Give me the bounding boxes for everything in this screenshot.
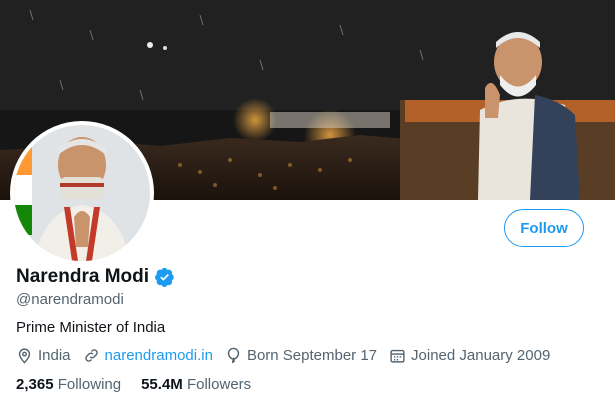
profile-handle: @narendramodi [16, 291, 124, 308]
verified-badge-icon [155, 267, 175, 287]
profile-bio: Prime Minister of India [16, 319, 166, 336]
followers-label: Followers [186, 376, 252, 393]
followers-stat[interactable]: 55.4M Followers [141, 376, 251, 393]
joined-text: Joined January 2009 [411, 347, 551, 364]
following-stat[interactable]: 2,365 Following [16, 376, 121, 393]
birthday-text: Born September 17 [246, 347, 378, 364]
location-text: India [38, 347, 71, 364]
followers-count: 55.4M [141, 376, 183, 393]
following-count: 2,365 [16, 376, 54, 393]
profile-avatar[interactable] [10, 121, 154, 265]
profile-name-row: Narendra Modi [16, 266, 175, 288]
joined-item: Joined January 2009 [389, 347, 550, 364]
following-label: Following [57, 376, 122, 393]
location-pin-icon [18, 348, 31, 364]
profile-stats: 2,365 Following 55.4M Followers [16, 376, 271, 393]
link-icon [84, 349, 98, 362]
profile-meta: India narendramodi.in Born September 17 … [16, 347, 562, 364]
website-link[interactable]: narendramodi.in [105, 347, 213, 364]
follow-button[interactable]: Follow [504, 209, 584, 247]
balloon-icon [227, 347, 240, 364]
website-item[interactable]: narendramodi.in [83, 347, 213, 364]
avatar-image [14, 125, 150, 261]
profile-name: Narendra Modi [16, 266, 150, 287]
location-item: India [16, 347, 71, 364]
birthday-item: Born September 17 [225, 347, 377, 364]
calendar-icon [390, 349, 405, 363]
